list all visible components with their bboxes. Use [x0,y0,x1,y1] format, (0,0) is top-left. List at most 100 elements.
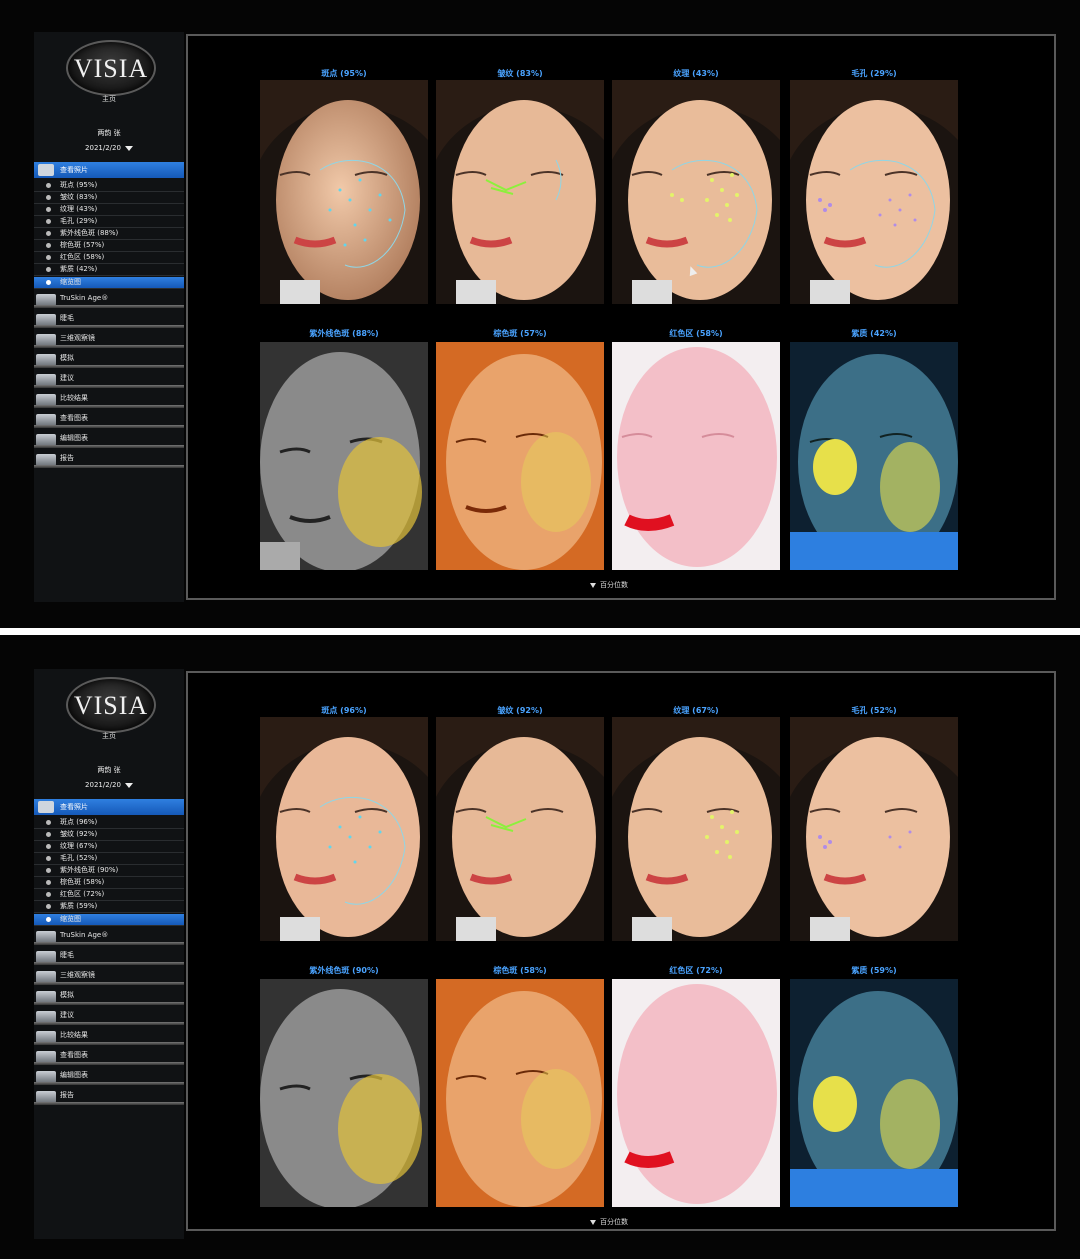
tile-caption-uv-spots: 紫外线色斑 (88%) [309,329,379,338]
submenu-item-uv-spots[interactable]: 紫外线色斑 (88%) [34,228,184,240]
submenu-item-red-areas[interactable]: 红色区 (58%) [34,252,184,264]
thumbnail-wrinkles[interactable] [436,80,604,304]
bullet-icon [46,904,51,909]
nav-eyelashes[interactable]: 睫毛 [34,312,184,330]
tile-caption-uv-spots: 紫外线色斑 (90%) [309,966,379,975]
nav-recommendations[interactable]: 建议 [34,1009,184,1027]
bullet-icon [46,856,51,861]
sidebar: VISIA 主页 两韵 张 2021/2/20 查看照片 斑点 (95%) 皱纹… [34,32,184,602]
submenu-item-texture[interactable]: 纹理 (43%) [34,204,184,216]
thumbnail-texture[interactable] [612,717,780,941]
home-link[interactable]: 主页 [34,731,184,741]
sidebar: VISIA 主页 两韵 张 2021/2/20 查看照片 斑点 (96%) 皱纹… [34,669,184,1239]
camera-icon [38,801,54,813]
screenshot-top: VISIA 主页 两韵 张 2021/2/20 查看照片 斑点 (95%) 皱纹… [0,0,1080,628]
bullet-icon [46,868,51,873]
bullet-icon [46,267,51,272]
nav-truskin-age[interactable]: TruSkin Age® [34,929,184,947]
nav-simulation[interactable]: 模拟 [34,989,184,1007]
nav-truskin-age[interactable]: TruSkin Age® [34,292,184,310]
nav-compare-results[interactable]: 比较结果 [34,1029,184,1047]
nav-view-charts[interactable]: 查看图表 [34,412,184,430]
submenu-item-red-areas[interactable]: 红色区 (72%) [34,889,184,901]
nav-view-charts[interactable]: 查看图表 [34,1049,184,1067]
tile-caption-brown-spots: 棕色斑 (58%) [493,966,547,975]
nav-report[interactable]: 报告 [34,1089,184,1107]
submenu-item-pores[interactable]: 毛孔 (52%) [34,853,184,865]
nav-edit-charts[interactable]: 编辑图表 [34,1069,184,1087]
nav-report[interactable]: 报告 [34,452,184,470]
bullet-icon [46,219,51,224]
tile-caption-texture: 纹理 (43%) [673,69,719,78]
nav-compare-results[interactable]: 比较结果 [34,392,184,410]
submenu-item-brown-spots[interactable]: 棕色斑 (57%) [34,240,184,252]
chevron-down-icon [124,782,133,788]
bullet-icon [46,280,51,285]
thumbnail-pores[interactable] [790,717,958,941]
submenu-item-porphyrins[interactable]: 紫质 (59%) [34,901,184,913]
percentile-toggle[interactable]: 百分位数 [590,1217,628,1227]
date-selector[interactable]: 2021/2/20 [34,144,184,152]
percentile-toggle[interactable]: 百分位数 [590,580,628,590]
submenu-item-wrinkles[interactable]: 皱纹 (92%) [34,829,184,841]
bullet-icon [46,255,51,260]
submenu-item-wrinkles[interactable]: 皱纹 (83%) [34,192,184,204]
thumbnail-brown-spots[interactable] [436,979,604,1207]
visia-logo[interactable]: VISIA [66,677,156,733]
thumbnail-uv-spots[interactable] [260,979,428,1207]
nav-recommendations[interactable]: 建议 [34,372,184,390]
thumbnail-wrinkles[interactable] [436,717,604,941]
tile-caption-red-areas: 红色区 (72%) [669,966,723,975]
tile-caption-spots: 斑点 (95%) [321,69,367,78]
thumbnail-red-areas[interactable] [612,342,780,570]
bullet-icon [46,183,51,188]
tile-caption-pores: 毛孔 (29%) [851,69,897,78]
submenu-item-thumbnails[interactable]: 缩览图 [34,914,184,926]
bullet-icon [46,820,51,825]
nav-simulation[interactable]: 模拟 [34,352,184,370]
tile-caption-red-areas: 红色区 (58%) [669,329,723,338]
submenu-item-brown-spots[interactable]: 棕色斑 (58%) [34,877,184,889]
bullet-icon [46,207,51,212]
submenu-item-spots[interactable]: 斑点 (95%) [34,180,184,192]
submenu-item-thumbnails[interactable]: 缩览图 [34,277,184,289]
thumbnail-pores[interactable] [790,80,958,304]
tile-caption-brown-spots: 棕色斑 (57%) [493,329,547,338]
nav-edit-charts[interactable]: 编辑图表 [34,432,184,450]
nav-eyelashes[interactable]: 睫毛 [34,949,184,967]
tile-caption-texture: 纹理 (67%) [673,706,719,715]
tile-caption-pores: 毛孔 (52%) [851,706,897,715]
menu-view-photos[interactable]: 查看照片 [34,162,184,178]
bullet-icon [46,844,51,849]
nav-3d-viewer[interactable]: 三维观察镜 [34,332,184,350]
thumbnail-porphyrins[interactable] [790,979,958,1207]
thumbnail-spots[interactable] [260,80,428,304]
tile-caption-wrinkles: 皱纹 (92%) [497,706,543,715]
chevron-down-icon [590,582,596,588]
submenu-item-porphyrins[interactable]: 紫质 (42%) [34,264,184,276]
thumbnail-porphyrins[interactable] [790,342,958,570]
submenu-item-texture[interactable]: 纹理 (67%) [34,841,184,853]
user-name: 两韵 张 [97,129,121,137]
camera-icon [38,164,54,176]
tile-caption-spots: 斑点 (96%) [321,706,367,715]
menu-view-photos[interactable]: 查看照片 [34,799,184,815]
bullet-icon [46,832,51,837]
bullet-icon [46,195,51,200]
bullet-icon [46,917,51,922]
visia-logo[interactable]: VISIA [66,40,156,96]
submenu-item-pores[interactable]: 毛孔 (29%) [34,216,184,228]
bullet-icon [46,231,51,236]
user-name: 两韵 张 [97,766,121,774]
submenu-item-spots[interactable]: 斑点 (96%) [34,817,184,829]
home-link[interactable]: 主页 [34,94,184,104]
thumbnail-spots[interactable] [260,717,428,941]
nav-3d-viewer[interactable]: 三维观察镜 [34,969,184,987]
chevron-down-icon [590,1219,596,1225]
thumbnail-uv-spots[interactable] [260,342,428,570]
thumbnail-red-areas[interactable] [612,979,780,1207]
submenu-item-uv-spots[interactable]: 紫外线色斑 (90%) [34,865,184,877]
date-selector[interactable]: 2021/2/20 [34,781,184,789]
tile-caption-porphyrins: 紫质 (42%) [851,329,897,338]
thumbnail-brown-spots[interactable] [436,342,604,570]
